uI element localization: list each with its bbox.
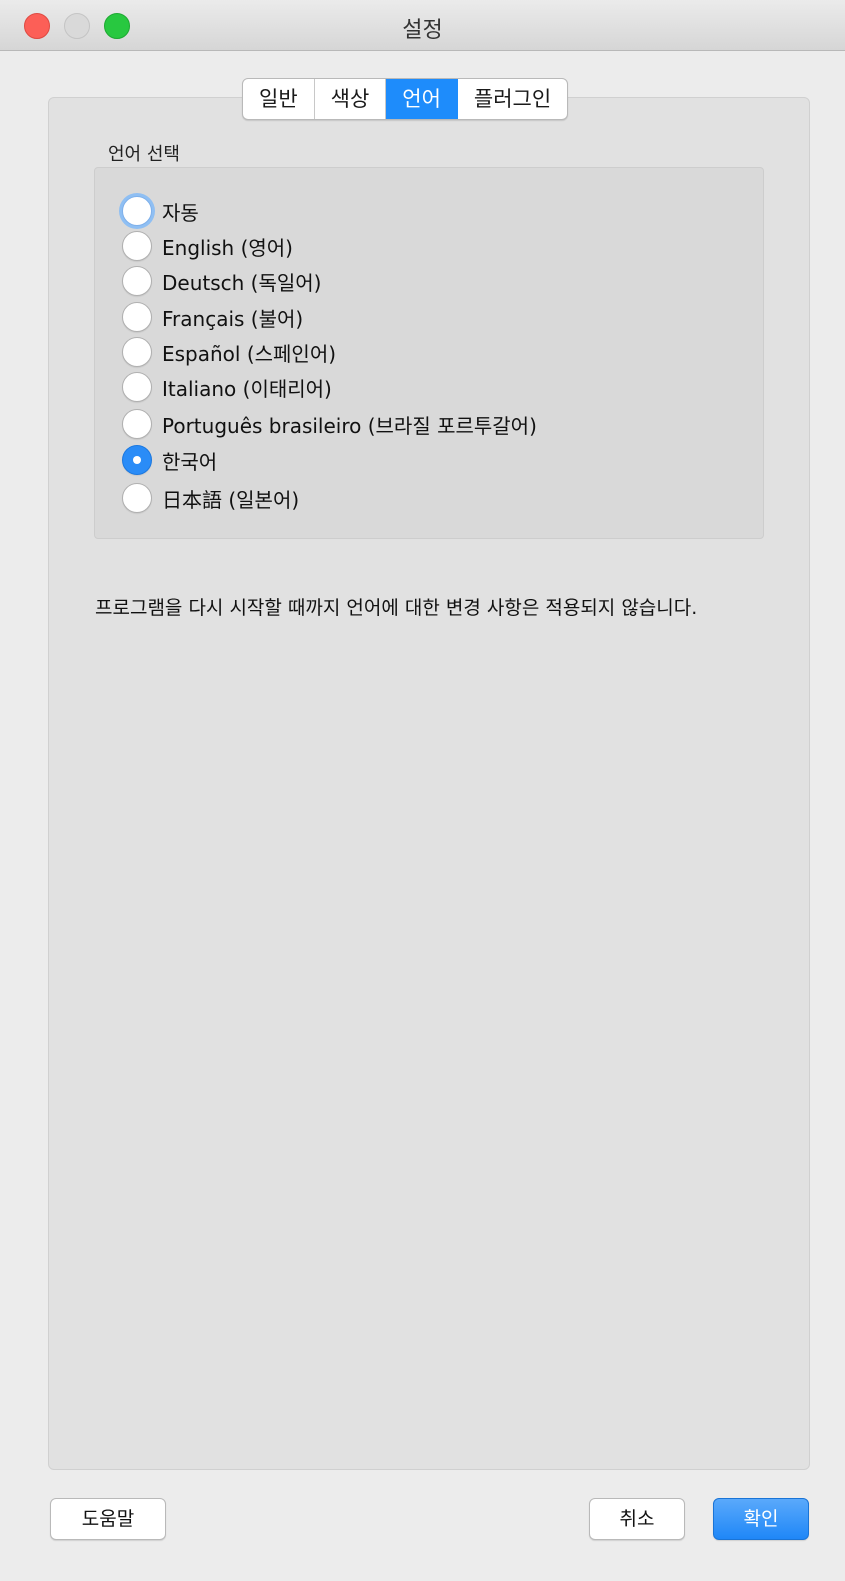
language-group-label: 언어 선택 [108,144,180,165]
language-option-label: 日本語 (일본어) [162,487,300,512]
language-option-japanese[interactable]: 日本語 (일본어) [122,481,299,515]
language-option-label: Español (스페인어) [162,341,337,366]
radio-button[interactable] [122,266,152,296]
tab-plugins[interactable]: 플러그인 [458,79,567,119]
language-option-label: Português brasileiro (브라질 포르투갈어) [162,413,537,438]
settings-window: 설정 일반 색상 언어 플러그인 언어 선택 자동 English (영어) D… [0,0,845,1581]
language-option-italian[interactable]: Italiano (이태리어) [122,370,332,404]
language-option-english[interactable]: English (영어) [122,229,293,263]
cancel-button[interactable]: 취소 [589,1498,685,1540]
tab-general[interactable]: 일반 [243,79,315,119]
language-option-label: English (영어) [162,235,293,260]
language-option-label: Deutsch (독일어) [162,270,322,295]
ok-button[interactable]: 확인 [713,1498,809,1540]
radio-button[interactable] [122,409,152,439]
help-button[interactable]: 도움말 [50,1498,166,1540]
tab-colors[interactable]: 색상 [315,79,387,119]
language-option-label: Français (불어) [162,306,304,331]
language-option-german[interactable]: Deutsch (독일어) [122,264,321,298]
tab-bar: 일반 색상 언어 플러그인 [242,78,569,120]
language-option-auto[interactable]: 자동 [122,194,199,228]
radio-button[interactable] [122,483,152,513]
language-option-label: 한국어 [162,449,218,474]
radio-button[interactable] [122,372,152,402]
title-bar[interactable]: 설정 [0,0,845,51]
radio-button-selected[interactable] [122,445,152,475]
radio-button[interactable] [122,337,152,367]
radio-button[interactable] [122,231,152,261]
language-option-label: 자동 [162,200,199,225]
restart-note: 프로그램을 다시 시작할 때까지 언어에 대한 변경 사항은 적용되지 않습니다… [95,597,698,619]
radio-button[interactable] [122,196,152,226]
language-option-spanish[interactable]: Español (스페인어) [122,335,336,369]
language-option-korean[interactable]: 한국어 [122,443,217,477]
language-option-portuguese[interactable]: Português brasileiro (브라질 포르투갈어) [122,407,537,441]
tab-language[interactable]: 언어 [386,79,458,119]
window-title: 설정 [402,18,443,43]
radio-button[interactable] [122,302,152,332]
language-option-label: Italiano (이태리어) [162,376,332,401]
language-option-french[interactable]: Français (불어) [122,300,303,334]
